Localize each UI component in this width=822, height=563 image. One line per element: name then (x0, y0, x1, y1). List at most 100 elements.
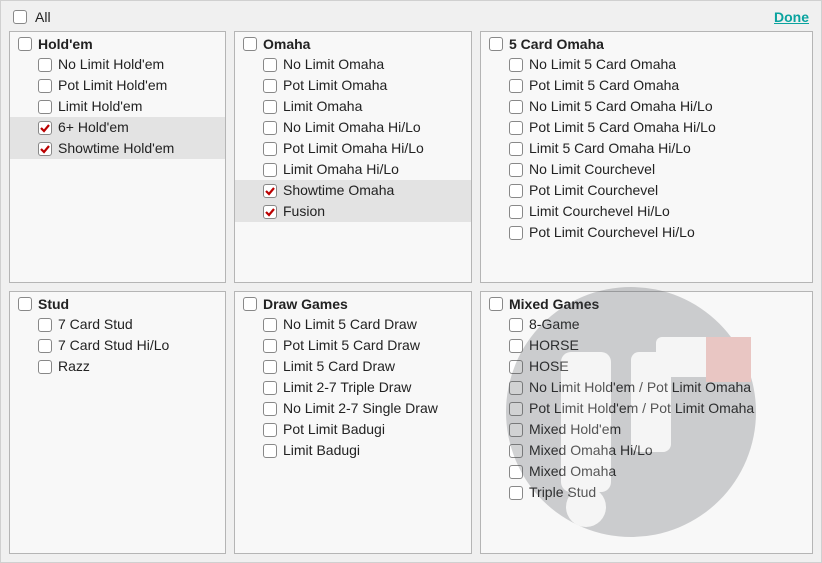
list-item[interactable]: Mixed Omaha (481, 461, 812, 482)
item-checkbox[interactable] (263, 318, 277, 332)
list-item[interactable]: Pot Limit Hold'em (10, 75, 225, 96)
list-item[interactable]: Limit 5 Card Omaha Hi/Lo (481, 138, 812, 159)
item-checkbox[interactable] (509, 100, 523, 114)
item-checkbox[interactable] (509, 142, 523, 156)
list-item[interactable]: Pot Limit 5 Card Omaha Hi/Lo (481, 117, 812, 138)
item-checkbox[interactable] (263, 58, 277, 72)
item-checkbox[interactable] (263, 402, 277, 416)
list-item[interactable]: No Limit Hold'em / Pot Limit Omaha (481, 377, 812, 398)
list-item[interactable]: Pot Limit 5 Card Draw (235, 335, 471, 356)
list-item[interactable]: Limit Omaha (235, 96, 471, 117)
list-item[interactable]: Razz (10, 356, 225, 377)
item-checkbox[interactable] (509, 465, 523, 479)
item-checkbox[interactable] (263, 100, 277, 114)
item-checkbox[interactable] (509, 205, 523, 219)
item-checkbox[interactable] (263, 79, 277, 93)
item-checkbox[interactable] (509, 423, 523, 437)
list-item[interactable]: 6+ Hold'em (10, 117, 225, 138)
list-item[interactable]: No Limit Omaha (235, 54, 471, 75)
list-item[interactable]: Limit Courchevel Hi/Lo (481, 201, 812, 222)
list-item[interactable]: Fusion (235, 201, 471, 222)
list-item[interactable]: Pot Limit Badugi (235, 419, 471, 440)
group-checkbox-holdem[interactable] (18, 37, 32, 51)
list-item[interactable]: No Limit 5 Card Draw (235, 314, 471, 335)
list-item[interactable]: Pot Limit Courchevel Hi/Lo (481, 222, 812, 243)
item-checkbox[interactable] (38, 58, 52, 72)
item-checkbox[interactable] (263, 121, 277, 135)
list-item[interactable]: Pot Limit 5 Card Omaha (481, 75, 812, 96)
list-item[interactable]: No Limit 5 Card Omaha Hi/Lo (481, 96, 812, 117)
list-item[interactable]: 8-Game (481, 314, 812, 335)
group-checkbox-stud[interactable] (18, 297, 32, 311)
list-item[interactable]: Limit 2-7 Triple Draw (235, 377, 471, 398)
group-checkbox-mixed-games[interactable] (489, 297, 503, 311)
item-checkbox[interactable] (38, 142, 52, 156)
group-header-stud[interactable]: Stud (10, 296, 225, 314)
list-item[interactable]: Limit 5 Card Draw (235, 356, 471, 377)
item-checkbox[interactable] (263, 444, 277, 458)
all-row[interactable]: All (13, 9, 51, 25)
list-item[interactable]: 7 Card Stud Hi/Lo (10, 335, 225, 356)
group-header-mixed-games[interactable]: Mixed Games (481, 296, 812, 314)
item-checkbox[interactable] (263, 339, 277, 353)
item-checkbox[interactable] (509, 402, 523, 416)
list-item[interactable]: Pot Limit Omaha Hi/Lo (235, 138, 471, 159)
done-link[interactable]: Done (774, 9, 809, 25)
group-checkbox-fivecard-omaha[interactable] (489, 37, 503, 51)
list-item[interactable]: No Limit 5 Card Omaha (481, 54, 812, 75)
item-checkbox[interactable] (509, 444, 523, 458)
item-checkbox[interactable] (509, 381, 523, 395)
list-item[interactable]: Mixed Hold'em (481, 419, 812, 440)
list-item[interactable]: No Limit Courchevel (481, 159, 812, 180)
group-header-omaha[interactable]: Omaha (235, 36, 471, 54)
item-checkbox[interactable] (38, 360, 52, 374)
item-checkbox[interactable] (38, 121, 52, 135)
item-checkbox[interactable] (509, 184, 523, 198)
list-item[interactable]: Showtime Hold'em (10, 138, 225, 159)
item-checkbox[interactable] (263, 142, 277, 156)
list-item[interactable]: Limit Omaha Hi/Lo (235, 159, 471, 180)
item-checkbox[interactable] (263, 423, 277, 437)
item-checkbox[interactable] (38, 318, 52, 332)
list-item[interactable]: No Limit Hold'em (10, 54, 225, 75)
item-label: Pot Limit Hold'em (58, 76, 167, 95)
item-checkbox[interactable] (509, 486, 523, 500)
group-checkbox-draw-games[interactable] (243, 297, 257, 311)
list-item[interactable]: HOSE (481, 356, 812, 377)
list-item[interactable]: Pot Limit Courchevel (481, 180, 812, 201)
list-item[interactable]: Triple Stud (481, 482, 812, 503)
item-checkbox[interactable] (263, 360, 277, 374)
list-item[interactable]: Mixed Omaha Hi/Lo (481, 440, 812, 461)
item-checkbox[interactable] (263, 163, 277, 177)
item-checkbox[interactable] (509, 79, 523, 93)
item-label: No Limit Hold'em (58, 55, 164, 74)
item-checkbox[interactable] (38, 100, 52, 114)
item-checkbox[interactable] (509, 163, 523, 177)
item-checkbox[interactable] (263, 205, 277, 219)
item-checkbox[interactable] (509, 58, 523, 72)
list-item[interactable]: HORSE (481, 335, 812, 356)
list-item[interactable]: No Limit Omaha Hi/Lo (235, 117, 471, 138)
item-checkbox[interactable] (263, 381, 277, 395)
group-header-draw-games[interactable]: Draw Games (235, 296, 471, 314)
list-item[interactable]: Pot Limit Hold'em / Pot Limit Omaha (481, 398, 812, 419)
list-item[interactable]: Showtime Omaha (235, 180, 471, 201)
group-checkbox-omaha[interactable] (243, 37, 257, 51)
all-checkbox[interactable] (13, 10, 27, 24)
item-checkbox[interactable] (509, 360, 523, 374)
item-checkbox[interactable] (38, 339, 52, 353)
item-checkbox[interactable] (38, 79, 52, 93)
item-checkbox[interactable] (509, 318, 523, 332)
group-header-holdem[interactable]: Hold'em (10, 36, 225, 54)
item-checkbox[interactable] (263, 184, 277, 198)
item-checkbox[interactable] (509, 339, 523, 353)
list-item[interactable]: Limit Hold'em (10, 96, 225, 117)
list-item[interactable]: 7 Card Stud (10, 314, 225, 335)
list-item[interactable]: Pot Limit Omaha (235, 75, 471, 96)
group-header-fivecard-omaha[interactable]: 5 Card Omaha (481, 36, 812, 54)
item-checkbox[interactable] (509, 121, 523, 135)
list-item[interactable]: Limit Badugi (235, 440, 471, 461)
item-checkbox[interactable] (509, 226, 523, 240)
list-item[interactable]: No Limit 2-7 Single Draw (235, 398, 471, 419)
group-stud: Stud7 Card Stud7 Card Stud Hi/LoRazz (9, 291, 226, 554)
